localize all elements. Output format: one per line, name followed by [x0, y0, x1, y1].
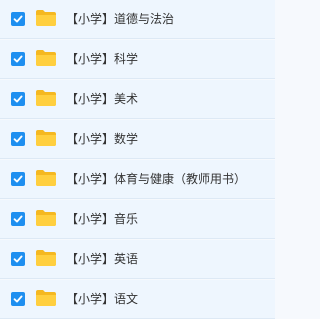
checkmark-icon: [13, 95, 23, 103]
folder-icon: [35, 89, 57, 107]
list-item[interactable]: 【小学】语文: [0, 280, 275, 319]
checkbox-checked[interactable]: [11, 12, 25, 26]
folder-name: 【小学】语文: [66, 292, 139, 306]
checkbox-checked[interactable]: [11, 92, 25, 106]
checkmark-icon: [13, 175, 23, 183]
checkbox-checked[interactable]: [11, 52, 25, 66]
checkmark-icon: [13, 55, 23, 63]
list-item[interactable]: 【小学】英语: [0, 240, 275, 279]
checkbox-checked[interactable]: [11, 212, 25, 226]
checkmark-icon: [13, 295, 23, 303]
checkbox-checked[interactable]: [11, 252, 25, 266]
list-item[interactable]: 【小学】体育与健康（教师用书）: [0, 160, 275, 199]
folder-name: 【小学】英语: [66, 252, 139, 266]
folder-name: 【小学】数学: [66, 132, 139, 146]
list-item[interactable]: 【小学】音乐: [0, 200, 275, 239]
folder-icon: [35, 169, 57, 187]
folder-icon: [35, 209, 57, 227]
checkmark-icon: [13, 255, 23, 263]
checkmark-icon: [13, 135, 23, 143]
folder-icon: [35, 9, 57, 27]
folder-name: 【小学】道德与法治: [66, 12, 175, 26]
checkbox-checked[interactable]: [11, 132, 25, 146]
list-item[interactable]: 【小学】科学: [0, 40, 275, 79]
folder-name: 【小学】音乐: [66, 212, 139, 226]
list-item[interactable]: 【小学】数学: [0, 120, 275, 159]
folder-name: 【小学】科学: [66, 52, 139, 66]
checkbox-checked[interactable]: [11, 172, 25, 186]
folder-list: 【小学】道德与法治 【小学】科学 【小学】美术 【小学】数学 【小学】体育与健康…: [0, 0, 275, 319]
folder-name: 【小学】美术: [66, 92, 139, 106]
folder-icon: [35, 129, 57, 147]
checkbox-checked[interactable]: [11, 292, 25, 306]
folder-icon: [35, 249, 57, 267]
list-item[interactable]: 【小学】美术: [0, 80, 275, 119]
folder-name: 【小学】体育与健康（教师用书）: [66, 172, 247, 186]
checkmark-icon: [13, 15, 23, 23]
checkmark-icon: [13, 215, 23, 223]
list-item[interactable]: 【小学】道德与法治: [0, 0, 275, 39]
folder-icon: [35, 49, 57, 67]
folder-icon: [35, 289, 57, 307]
